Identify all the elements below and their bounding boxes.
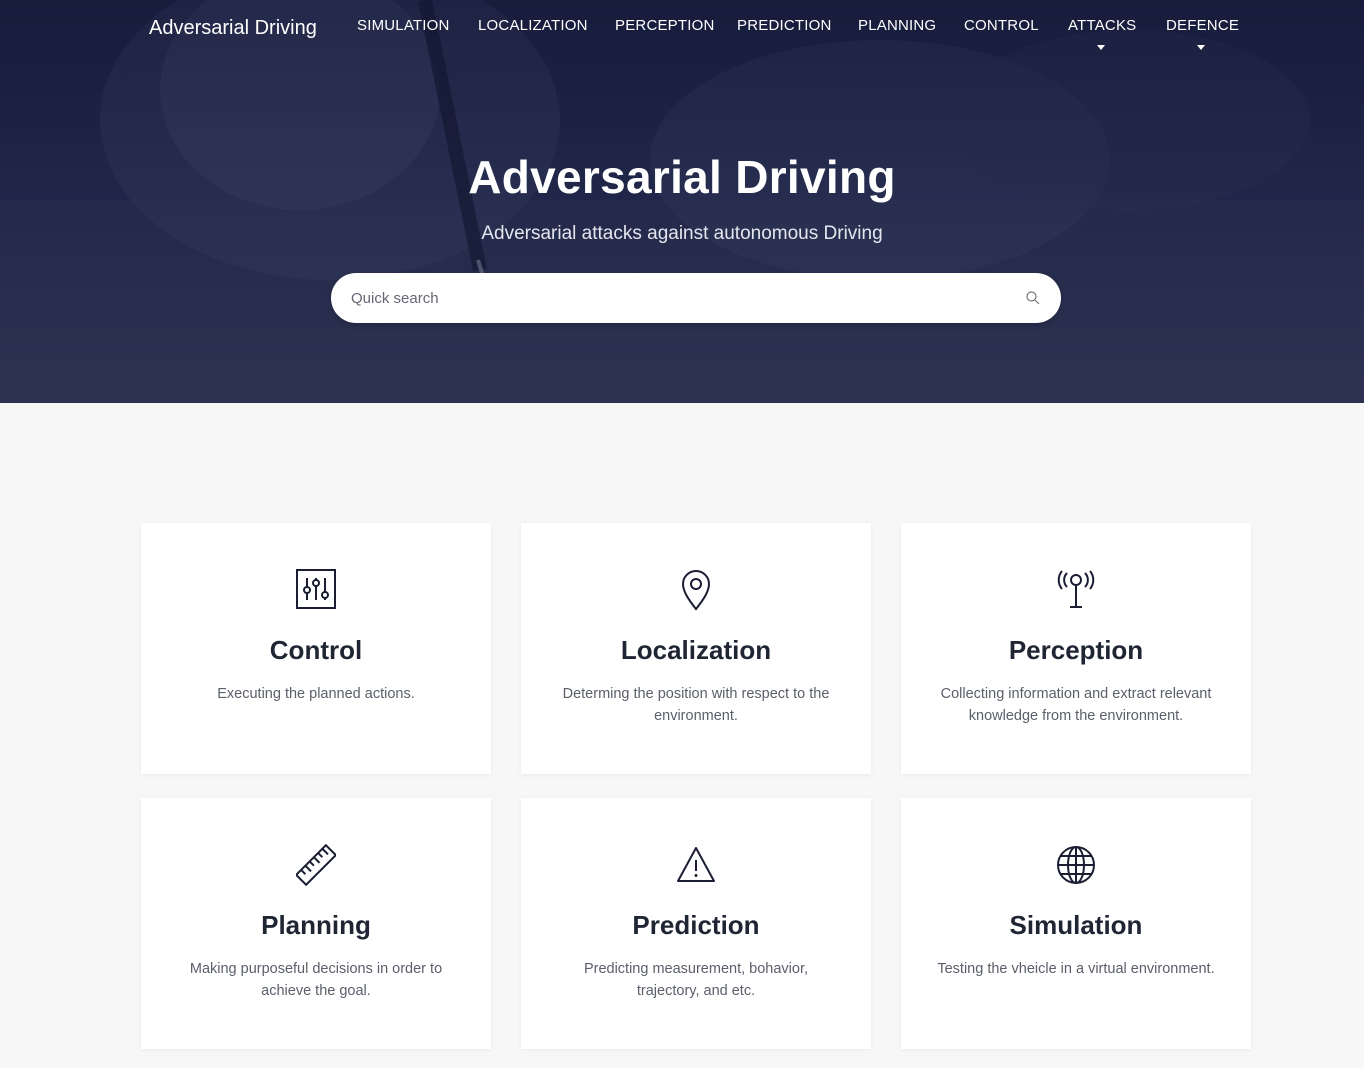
card-simulation[interactable]: Simulation Testing the vheicle in a virt… (901, 798, 1251, 1049)
brand-link[interactable]: Adversarial Driving (149, 17, 317, 40)
warning-icon (677, 847, 715, 882)
card-description: Testing the vheicle in a virtual environ… (937, 961, 1215, 977)
card-planning[interactable]: Planning Making purposeful decisions in … (141, 798, 491, 1049)
defence-dropdown-caret-icon[interactable] (1197, 45, 1205, 50)
card-perception[interactable]: Perception Collecting information and ex… (901, 523, 1251, 774)
attacks-dropdown-caret-icon[interactable] (1097, 45, 1105, 50)
card-control[interactable]: Control Executing the planned actions. (141, 523, 491, 774)
sliders-icon (296, 569, 336, 609)
card-description: Predicting measurement, bohavior, trajec… (583, 961, 809, 999)
nav-planning[interactable]: PLANNING (858, 17, 936, 34)
hero-title: Adversarial Driving (468, 151, 896, 203)
card-title: Control (269, 635, 363, 665)
nav-perception[interactable]: PERCEPTION (615, 17, 715, 34)
map-pin-icon (681, 570, 711, 611)
hero-subtitle: Adversarial attacks against autonomous D… (481, 223, 883, 244)
nav-simulation[interactable]: SIMULATION (357, 17, 450, 34)
search-icon[interactable] (1025, 290, 1041, 306)
quick-search-box (331, 273, 1061, 323)
card-description: Collecting information and extract relev… (940, 686, 1212, 724)
search-input[interactable] (331, 273, 1011, 323)
card-title: Perception (1008, 635, 1144, 665)
nav-prediction[interactable]: PREDICTION (737, 17, 832, 34)
nav-localization[interactable]: LOCALIZATION (478, 17, 588, 34)
top-navbar: Adversarial Driving SIMULATION LOCALIZAT… (0, 0, 1364, 60)
card-title: Planning (261, 910, 371, 940)
nav-defence[interactable]: DEFENCE (1166, 17, 1239, 34)
ruler-icon (296, 844, 336, 886)
card-description: Executing the planned actions. (217, 686, 415, 702)
card-title: Prediction (632, 910, 760, 940)
card-title: Simulation (1009, 910, 1143, 940)
nav-control[interactable]: CONTROL (964, 17, 1039, 34)
card-description: Determing the position with respect to t… (562, 686, 830, 724)
card-title: Localization (620, 635, 772, 665)
card-localization[interactable]: Localization Determing the position with… (521, 523, 871, 774)
globe-icon (1057, 846, 1095, 884)
hero-section: Adversarial Driving SIMULATION LOCALIZAT… (0, 0, 1364, 403)
card-prediction[interactable]: Prediction Predicting measurement, bohav… (521, 798, 871, 1049)
antenna-icon (1057, 570, 1095, 608)
card-description: Making purposeful decisions in order to … (189, 961, 443, 999)
nav-attacks[interactable]: ATTACKS (1068, 17, 1136, 34)
